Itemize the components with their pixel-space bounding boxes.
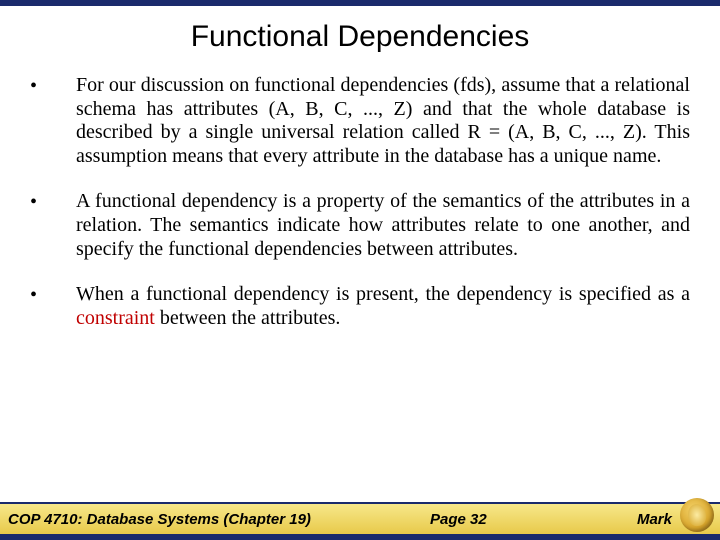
- bullet-item: • For our discussion on functional depen…: [30, 74, 690, 168]
- bullet-text: A functional dependency is a property of…: [76, 190, 690, 261]
- slide-footer: COP 4710: Database Systems (Chapter 19) …: [0, 502, 720, 540]
- footer-author: Mark: [637, 511, 672, 528]
- ucf-logo-icon: [680, 498, 714, 532]
- bullet-text: For our discussion on functional depende…: [76, 74, 690, 168]
- bullet-item: • A functional dependency is a property …: [30, 190, 690, 261]
- bullet-marker: •: [30, 74, 76, 168]
- footer-page: Page 32: [430, 511, 487, 528]
- bullet-text: When a functional dependency is present,…: [76, 283, 690, 330]
- bullet-marker: •: [30, 283, 76, 330]
- slide-title: Functional Dependencies: [0, 20, 720, 54]
- top-border: [0, 0, 720, 6]
- highlight-word: constraint: [76, 307, 155, 329]
- bullet-prefix: When a functional dependency is present,…: [76, 283, 690, 305]
- footer-course: COP 4710: Database Systems (Chapter 19): [8, 511, 311, 528]
- bullet-suffix: between the attributes.: [155, 307, 341, 329]
- bullet-marker: •: [30, 190, 76, 261]
- bullet-item: • When a functional dependency is presen…: [30, 283, 690, 330]
- slide-body: • For our discussion on functional depen…: [0, 74, 720, 330]
